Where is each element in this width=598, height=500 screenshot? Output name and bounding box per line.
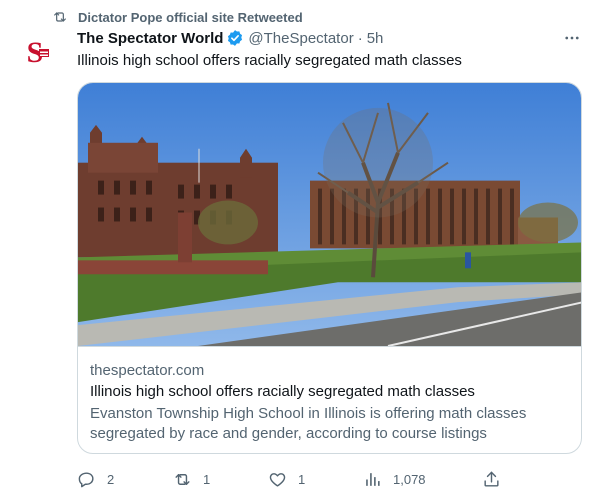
reply-button[interactable]: 2: [77, 468, 114, 490]
action-bar: 2 1 1 1,078: [77, 468, 582, 490]
school-photo[interactable]: [78, 83, 582, 347]
reply-count: 2: [107, 471, 115, 487]
views-button[interactable]: 1,078: [363, 468, 426, 490]
card-description: Evanston Township High School in Illinoi…: [90, 405, 527, 442]
separator-dot: ·: [357, 29, 363, 47]
share-icon: [484, 471, 499, 487]
display-name[interactable]: The Spectator World: [77, 30, 223, 47]
tweet-text: Illinois high school offers racially seg…: [77, 52, 462, 69]
view-count: 1,078: [393, 471, 426, 487]
more-icon: [565, 36, 579, 40]
timestamp[interactable]: 5h: [367, 30, 384, 47]
retweet-icon: [54, 12, 66, 22]
reply-icon: [78, 471, 94, 487]
more-options-button[interactable]: [562, 28, 582, 48]
heart-icon: [269, 472, 286, 487]
retweet-indicator[interactable]: Dictator Pope official site Retweeted: [52, 8, 303, 26]
share-button[interactable]: [482, 468, 501, 490]
retweet-count: 1: [203, 471, 211, 487]
avatar[interactable]: S: [17, 33, 57, 73]
like-count: 1: [298, 471, 306, 487]
retweet-button[interactable]: 1: [173, 468, 210, 490]
link-card[interactable]: thespectator.com Illinois high school of…: [77, 82, 582, 454]
retweet-action-icon: [175, 473, 190, 485]
card-domain: thespectator.com: [90, 362, 205, 379]
like-button[interactable]: 1: [268, 468, 305, 490]
card-title: Illinois high school offers racially seg…: [90, 383, 475, 400]
tweet-header: The Spectator World @TheSpectator · 5h: [77, 28, 582, 48]
verified-badge-icon[interactable]: [226, 29, 244, 47]
views-chart-icon: [366, 472, 380, 486]
flag-icon: [39, 49, 49, 57]
user-handle[interactable]: @TheSpectator: [248, 30, 353, 47]
retweet-label: Dictator Pope official site Retweeted: [78, 9, 303, 25]
